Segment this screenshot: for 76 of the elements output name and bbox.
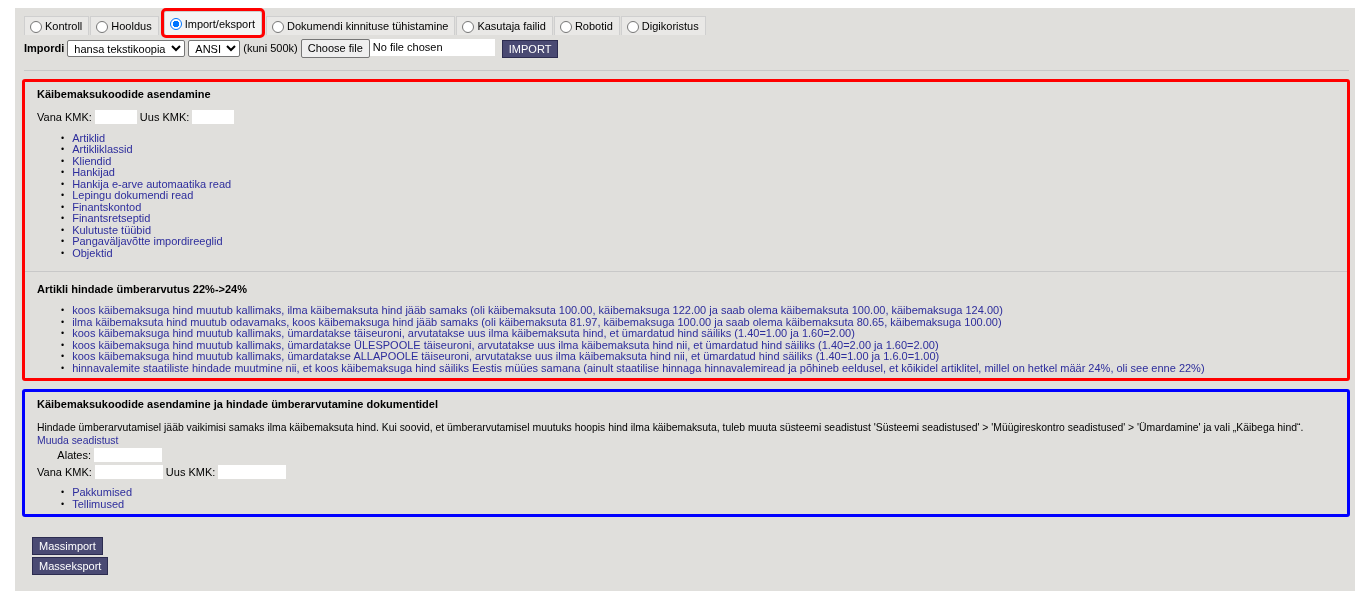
bullet-icon: • <box>61 190 65 202</box>
radio-icon[interactable] <box>30 20 42 33</box>
radio-icon[interactable] <box>462 20 475 33</box>
bullet-icon: • <box>61 132 65 145</box>
tab[interactable]: Kasutaja failid <box>456 16 553 35</box>
encoding-select[interactable]: ANSI <box>188 40 241 57</box>
list-link[interactable]: Tellimused <box>72 498 125 511</box>
action-button[interactable]: Massimport <box>32 537 103 556</box>
field-label: Uus KMK: <box>139 110 190 125</box>
field-label: Vana KMK: <box>37 465 92 480</box>
input-field[interactable] <box>192 110 235 125</box>
field-label: Alates: <box>56 447 91 462</box>
bullet-icon: • <box>61 247 65 260</box>
list-link[interactable]: ilma käibemaksuta hind muutub odavamaks, koos käibemaksuga hind jääb samaks (oli käibemaksuta 81.97, käibemaksuga 100.00 ja saab olema käibemaksuta 80.65, käibemaksuga 100.00) <box>72 316 1002 329</box>
tab[interactable]: Digikoristus <box>620 16 706 35</box>
tab[interactable]: Robotid <box>553 16 620 35</box>
bullet-icon: • <box>61 362 65 375</box>
input-field[interactable] <box>94 110 137 125</box>
list-link[interactable]: Finantsretseptid <box>72 213 151 225</box>
list-link[interactable]: Lepingu dokumendi read <box>72 190 194 202</box>
bullet-icon: • <box>61 339 65 352</box>
radio-icon[interactable] <box>271 20 284 33</box>
bullet-icon: • <box>61 178 65 191</box>
input-field[interactable] <box>218 465 287 480</box>
field-label: Vana KMK: <box>37 110 92 125</box>
list-link[interactable]: Kliendid <box>72 155 112 168</box>
bullet-icon: • <box>61 236 65 248</box>
tab[interactable]: Kontroll <box>24 16 90 35</box>
tab[interactable]: Hooldus <box>90 16 159 35</box>
bullet-icon: • <box>61 201 65 214</box>
bullet-icon: • <box>61 328 65 340</box>
import-button[interactable]: IMPORT <box>501 39 559 58</box>
list-link[interactable]: Artiklid <box>72 132 106 145</box>
file-status: No file chosen <box>369 39 495 56</box>
section-title: Käibemaksukoodide asendamine <box>37 87 212 102</box>
bullet-icon: • <box>61 487 65 499</box>
format-select[interactable]: hansa tekstikoopia <box>67 40 186 57</box>
list-link[interactable]: Finantskontod <box>72 201 142 214</box>
field-label: Uus KMK: <box>165 465 216 480</box>
list-link[interactable]: Pangaväljavõtte impordireeglid <box>72 236 223 248</box>
tab[interactable]: Import/eksport <box>163 11 262 35</box>
action-button[interactable]: Masseksport <box>32 557 109 576</box>
bullet-icon: • <box>61 213 65 225</box>
list-link[interactable]: koos käibemaksuga hind muutub kallimaks, ümardatakse ALLAPOOLE täiseuroni, arvutatakse uus ilma käibemaksuta hind nii, et ümardatud hind säiliks (1.40=1.00 ja 1.6.0=1.00) <box>72 351 940 363</box>
import-label: Impordi <box>24 41 65 56</box>
section-title: Artikli hindade ümberarvutus 22%->24% <box>37 282 248 297</box>
list-link[interactable]: Hankijad <box>72 167 115 179</box>
tab[interactable]: Dokumendi kinnituse tühistamine <box>265 16 456 35</box>
input-field[interactable] <box>94 447 162 462</box>
bullet-icon: • <box>61 155 65 168</box>
radio-icon[interactable] <box>169 18 182 30</box>
bullet-icon: • <box>61 305 65 317</box>
bullet-icon: • <box>61 144 65 156</box>
radio-icon[interactable] <box>559 20 572 33</box>
section-title: Käibemaksukoodide asendamine ja hindade ümberarvutamine dokumentidel <box>37 397 439 412</box>
list-link[interactable]: Hankija e-arve automaatika read <box>72 178 232 191</box>
list-link[interactable]: Objektid <box>72 247 113 260</box>
bullet-icon: • <box>61 224 65 237</box>
list-link[interactable]: Artikliklassid <box>72 144 133 156</box>
list-link[interactable]: Pakkumised <box>72 487 133 499</box>
input-field[interactable] <box>94 465 163 480</box>
list-link[interactable]: koos käibemaksuga hind muutub kallimaks, ilma käibemaksuta hind jääb samaks (oli käibemaksuta 100.00, käibemaksuga 122.00 ja saab olema käibemaksuta 100.00, käibemaksuga 124.00) <box>72 305 1003 317</box>
bullet-icon: • <box>61 316 65 329</box>
radio-icon[interactable] <box>626 20 639 33</box>
size-note: (kuni 500k) <box>243 41 298 56</box>
radio-icon[interactable] <box>96 20 109 33</box>
bullet-icon: • <box>61 351 65 363</box>
choose-file-button[interactable]: Choose file <box>300 39 370 58</box>
list-link[interactable]: hinnavalemite staatiliste hindade muutmine nii, et koos käibemaksuga hind säiliks Eestis müües samana (ainult staatilise hinnaga hinnavalemiread ja põhineb eeldusel, et kõikidel artiklitel, millel on hetkel määr 24%, oli see enne 22%) <box>72 362 1205 375</box>
bullet-icon: • <box>61 498 65 511</box>
list-link[interactable]: Kulutuste tüübid <box>72 224 152 237</box>
info-paragraph: Hindade ümberarvutamisel jääb vaikimisi samaks ilma käibemaksuta hind. Kui soovid, et ümberarvutamisel muutuks hoopis hind ilma käibemaksuta, tuleb muuta süsteemi seadistust 'Süsteemi seadistused' > 'Müügireskontro seadistused' > 'Ümardamine' ja vali „Käibega hind“. Muuda seadistust <box>37 420 1305 447</box>
list-link[interactable]: koos käibemaksuga hind muutub kallimaks, ümardatakse ÜLESPOOLE täiseuroni, arvutatakse uus ilma käibemaksuta hind nii, et ümardatud hind säiliks (1.40=2.00 ja 1.60=2.00) <box>72 339 939 352</box>
bullet-icon: • <box>61 167 65 179</box>
settings-link[interactable]: Muuda seadistust <box>37 434 119 446</box>
list-link[interactable]: koos käibemaksuga hind muutub kallimaks, ümardatakse täiseuroni, arvutatakse uus ilma käibemaksuta hind, et ümardatud hind säiliks (1.40=1.00 ja 1.60=2.00) <box>72 328 855 340</box>
